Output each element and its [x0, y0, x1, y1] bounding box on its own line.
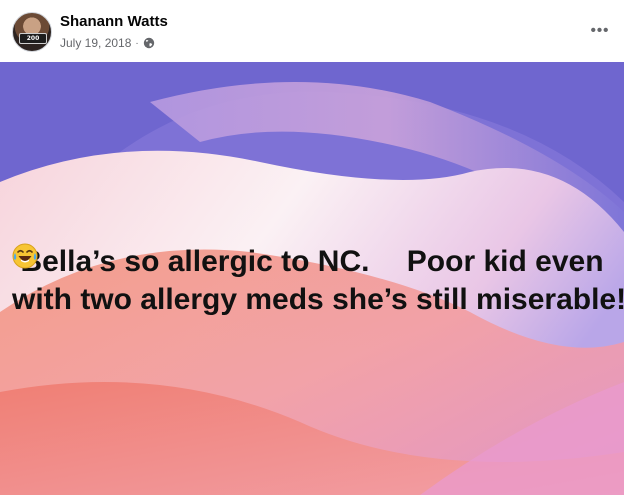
post-text-part-2: Poor kid even	[406, 245, 604, 278]
more-options-button[interactable]: •••	[586, 16, 614, 44]
post-header: 200 Shanann Watts July 19, 2018 · •••	[0, 0, 624, 62]
globe-icon[interactable]	[143, 37, 155, 49]
author-avatar[interactable]: 200	[12, 12, 52, 52]
post-meta: July 19, 2018 ·	[60, 35, 155, 51]
post-text-part-1: Bella’s so allergic to NC.	[20, 245, 378, 278]
author-name[interactable]: Shanann Watts	[60, 13, 168, 30]
meta-separator: ·	[135, 37, 139, 49]
post-text: Bella’s so allergic to NC. Poor kid even…	[12, 243, 624, 319]
post-text-line-2: with two allergy meds she’s still misera…	[12, 283, 624, 316]
post-date[interactable]: July 19, 2018	[60, 36, 131, 50]
laughing-tears-emoji-icon	[12, 243, 406, 275]
post-text-line-1: Bella’s so allergic to NC. Poor kid even	[12, 243, 612, 281]
avatar-sign: 200	[19, 33, 47, 44]
post-background: Bella’s so allergic to NC. Poor kid even…	[0, 62, 624, 495]
